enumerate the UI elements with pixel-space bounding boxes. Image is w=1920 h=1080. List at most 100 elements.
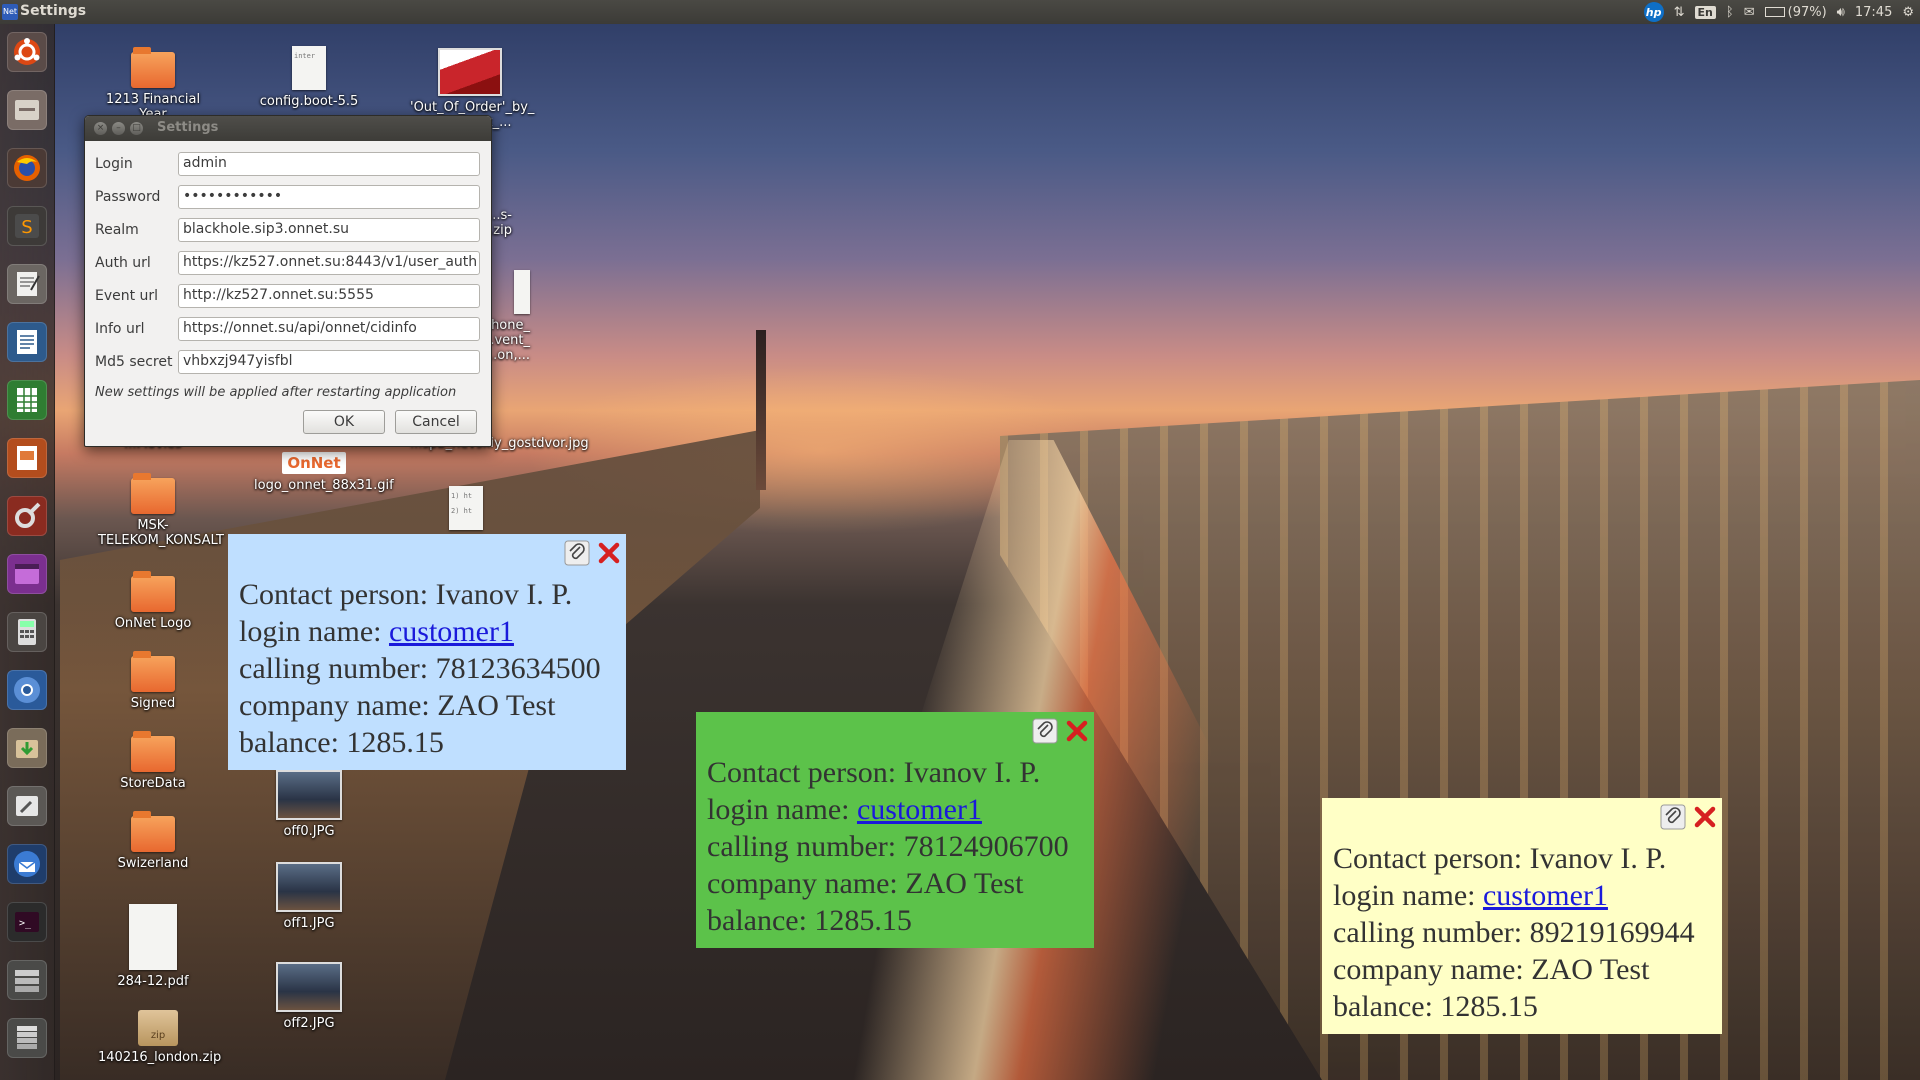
password-label: Password: [95, 189, 161, 205]
clock[interactable]: 17:45: [1855, 5, 1892, 20]
close-icon[interactable]: [1692, 804, 1718, 830]
text-editor-icon[interactable]: [7, 264, 47, 304]
paperclip-icon[interactable]: [564, 540, 590, 566]
auth-url-field[interactable]: https://kz527.onnet.su:8443/v1/user_auth: [178, 251, 480, 275]
launcher: S >_: [0, 24, 55, 1080]
paperclip-icon[interactable]: [1660, 804, 1686, 830]
company-name-text: company name: ZAO Test: [707, 867, 1024, 900]
terminal-icon[interactable]: >_: [7, 902, 47, 942]
writer-icon[interactable]: [7, 322, 47, 362]
info-url-field[interactable]: https://onnet.su/api/onnet/cidinfo: [178, 317, 480, 341]
chromium-icon[interactable]: [7, 670, 47, 710]
calling-number-text: calling number: 89219169944: [1333, 916, 1695, 949]
desktop-icon-folder[interactable]: MSK-TELEKOM_KONSALT: [98, 473, 224, 548]
paperclip-icon[interactable]: [1032, 718, 1058, 744]
svg-text:S: S: [21, 217, 32, 238]
downloads-icon[interactable]: [7, 728, 47, 768]
desktop-icon-logo[interactable]: OnNet logo_onnet_88x31.gif: [254, 452, 394, 493]
desktop-icon-file[interactable]: inter config.boot-5.5: [254, 46, 364, 109]
mail-icon[interactable]: ✉: [1744, 5, 1755, 20]
sublime-text-icon[interactable]: S: [7, 206, 47, 246]
contact-popup-green: Contact person: Ivanov I. P. login name:…: [696, 712, 1094, 948]
desktop-icon-label: config.boot-5.5: [259, 94, 359, 109]
volume-icon[interactable]: 🔊︎: [1837, 5, 1845, 20]
auth-url-label: Auth url: [95, 255, 151, 271]
window-title: Settings: [20, 3, 87, 19]
folder-icon: [131, 47, 175, 88]
realm-field[interactable]: blackhole.sip3.onnet.su: [178, 218, 480, 242]
ubuntu-dash-icon[interactable]: [7, 32, 47, 72]
svg-text:>_: >_: [19, 918, 32, 929]
realm-label: Realm: [95, 222, 139, 238]
company-name-text: company name: ZAO Test: [1333, 953, 1650, 986]
contact-person-text: Contact person: Ivanov I. P.: [239, 578, 573, 611]
gear-icon[interactable]: ⚙: [1902, 5, 1914, 20]
desktop-icon-folder[interactable]: Swizerland: [98, 811, 208, 871]
image-thumbnail-icon: [276, 962, 342, 1012]
tools-icon[interactable]: [7, 786, 47, 826]
thunderbird-icon[interactable]: [7, 844, 47, 884]
desktop-icon-file[interactable]: 1) ht 2) ht: [418, 486, 514, 534]
info-url-row: Info url https://onnet.su/api/onnet/cidi…: [95, 317, 481, 341]
desktop-icon-pdf[interactable]: 284-12.pdf: [98, 904, 208, 989]
desktop-icon-image[interactable]: off2.JPG: [254, 962, 364, 1031]
login-name-label: login name:: [707, 793, 857, 826]
calculator-icon[interactable]: [7, 612, 47, 652]
desktop-icon-image[interactable]: off0.JPG: [254, 770, 364, 839]
calling-number-text: calling number: 78124906700: [707, 830, 1069, 863]
calc-icon[interactable]: [7, 380, 47, 420]
cancel-button[interactable]: Cancel: [395, 410, 477, 434]
app-window-icon[interactable]: [7, 554, 47, 594]
minimize-window-icon[interactable]: –: [112, 122, 125, 135]
close-icon[interactable]: [596, 540, 622, 566]
image-thumbnail-icon: [276, 770, 342, 820]
impress-icon[interactable]: [7, 438, 47, 478]
firefox-icon[interactable]: [7, 148, 47, 188]
trash-icon[interactable]: [7, 1018, 47, 1058]
network-icon[interactable]: ⇅: [1674, 5, 1685, 20]
desktop-icon-folder[interactable]: Signed: [98, 651, 208, 711]
desktop-icon-image[interactable]: off1.JPG: [254, 862, 364, 931]
desktop-icon-folder[interactable]: OnNet Logo: [98, 571, 208, 631]
system-tray: hp ⇅ En ᛒ ✉ (97%) 🔊︎ 17:45 ⚙: [1643, 0, 1914, 24]
maximize-window-icon[interactable]: □: [130, 122, 143, 135]
password-field[interactable]: ••••••••••••: [178, 185, 480, 209]
desktop-icon-zip[interactable]: zip 140216_london.zip: [98, 1010, 221, 1065]
password-row: Password ••••••••••••: [95, 185, 481, 209]
workspace-icon[interactable]: [7, 960, 47, 1000]
desktop-icon-folder[interactable]: StoreData: [98, 731, 208, 791]
image-thumbnail-icon: [438, 48, 502, 96]
desktop-icon-folder[interactable]: 1213 Financial Year: [98, 47, 208, 122]
desktop-icon-label: MSK-TELEKOM_KONSALT: [98, 518, 224, 548]
close-window-icon[interactable]: ×: [94, 122, 107, 135]
keyboard-layout-indicator[interactable]: En: [1694, 5, 1716, 19]
text-file-icon: [514, 270, 530, 314]
desktop-icon-label: off0.JPG: [283, 824, 335, 839]
login-name-link[interactable]: customer1: [857, 793, 982, 826]
md5-secret-field[interactable]: vhbxzj947yisfbl: [178, 350, 480, 374]
battery-indicator[interactable]: (97%): [1764, 5, 1827, 20]
dialog-titlebar[interactable]: × – □ Settings: [85, 116, 491, 141]
desktop-icon-label: off2.JPG: [283, 1016, 335, 1031]
desktop-icon-label: 284-12.pdf: [117, 974, 189, 989]
event-url-field[interactable]: http://kz527.onnet.su:5555: [178, 284, 480, 308]
hp-icon[interactable]: hp: [1643, 2, 1664, 22]
login-name-line: login name: customer1: [707, 791, 1094, 828]
popup-actions: [1660, 804, 1718, 830]
contact-popup-yellow: Contact person: Ivanov I. P. login name:…: [1322, 798, 1722, 1034]
files-icon[interactable]: [7, 90, 47, 130]
login-name-link[interactable]: customer1: [389, 615, 514, 648]
event-url-row: Event url http://kz527.onnet.su:5555: [95, 284, 481, 308]
auth-url-row: Auth url https://kz527.onnet.su:8443/v1/…: [95, 251, 481, 275]
login-name-link[interactable]: customer1: [1483, 879, 1608, 912]
image-thumbnail-icon: [276, 862, 342, 912]
bluetooth-icon[interactable]: ᛒ: [1726, 5, 1734, 20]
top-panel: Net Settings hp ⇅ En ᛒ ✉ (97%) 🔊︎ 17:45 …: [0, 0, 1920, 24]
login-field[interactable]: admin: [178, 152, 480, 176]
ok-button[interactable]: OK: [303, 410, 385, 434]
balance-text: balance: 1285.15: [707, 904, 912, 937]
system-settings-icon[interactable]: [7, 496, 47, 536]
contact-person-text: Contact person: Ivanov I. P.: [707, 756, 1041, 789]
close-icon[interactable]: [1064, 718, 1090, 744]
restart-note: New settings will be applied after resta…: [95, 385, 457, 400]
